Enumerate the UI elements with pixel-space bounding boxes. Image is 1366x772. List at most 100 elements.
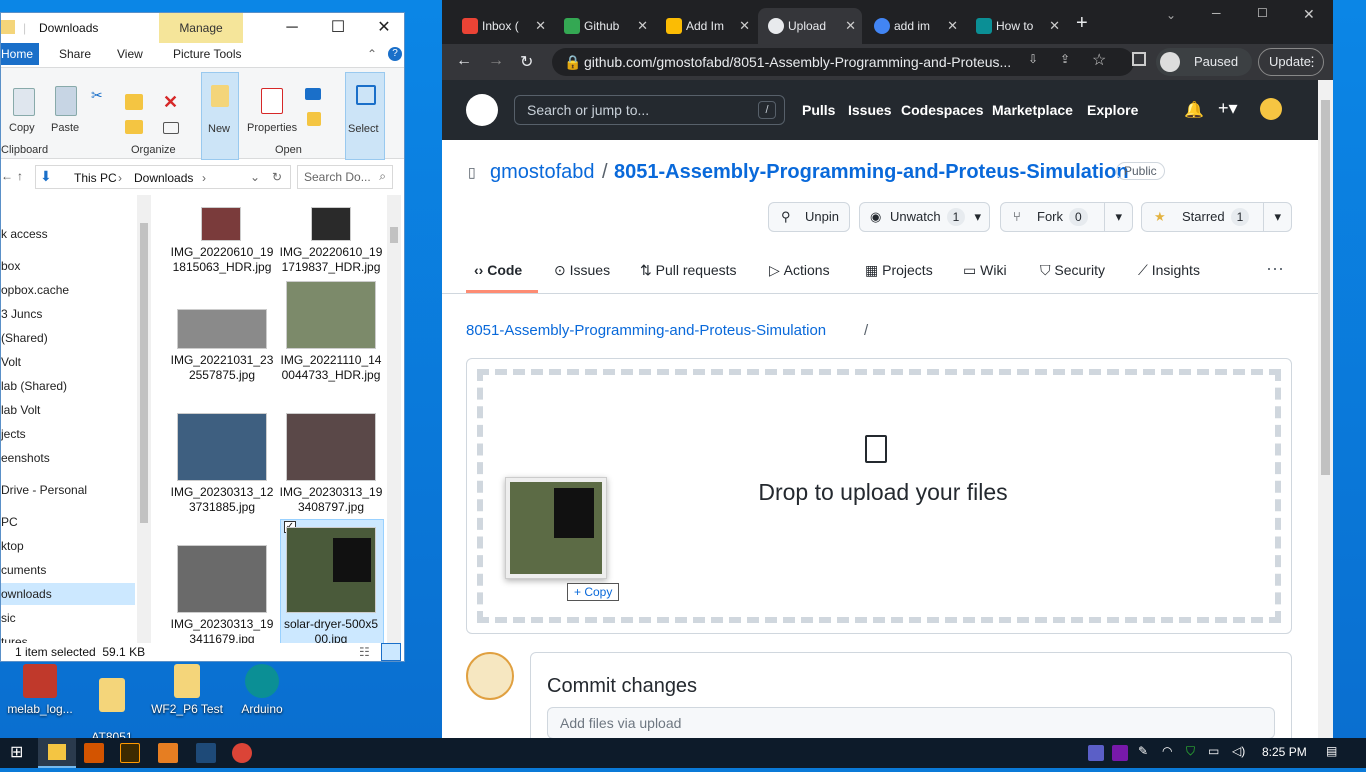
notifications-icon[interactable]: ▤ (1326, 744, 1337, 758)
file-thumbnail[interactable] (201, 207, 241, 241)
nav-item-music[interactable]: sic (1, 611, 16, 625)
cut-icon[interactable]: ✂ (91, 88, 105, 102)
file-name[interactable]: IMG_20230313_19 3411679.jpg (167, 617, 277, 643)
nav-item-quick-access[interactable]: k access (1, 227, 48, 241)
tab-security[interactable]: ⛉ Security (1040, 262, 1105, 279)
taskbar-app-icon[interactable] (84, 743, 104, 763)
nav-item[interactable]: eenshots (1, 451, 50, 465)
file-name[interactable]: IMG_20220610_19 1815063_HDR.jpg (167, 245, 277, 275)
nav-item[interactable]: lab Volt (1, 403, 40, 417)
nav-item[interactable]: lab (Shared) (1, 379, 67, 393)
nav-scrollbar[interactable] (137, 195, 151, 643)
collapse-ribbon-icon[interactable]: ⌃ (367, 47, 377, 61)
commit-message-input[interactable]: Add files via upload (547, 707, 1275, 738)
more-tabs-icon[interactable]: ··· (1266, 258, 1284, 279)
nav-pulls[interactable]: Pulls (802, 102, 835, 118)
tab-view[interactable]: View (117, 47, 143, 61)
paste-button[interactable]: Paste (51, 122, 79, 134)
create-new-icon[interactable]: +▾ (1218, 98, 1238, 119)
file-thumbnail[interactable] (177, 309, 267, 349)
pen-icon[interactable]: ✎ (1138, 744, 1148, 758)
chevron-down-icon[interactable]: ▾ (1104, 203, 1122, 231)
tab-code[interactable]: ‹› Code (474, 262, 522, 278)
file-thumbnail[interactable] (286, 527, 376, 613)
path-breadcrumb-link[interactable]: 8051-Assembly-Programming-and-Proteus-Si… (466, 322, 826, 339)
tab-picture-tools[interactable]: Picture Tools (173, 47, 241, 61)
title-bar[interactable]: | Downloads Manage ─ ☐ ✕ (1, 13, 404, 43)
browser-tab[interactable]: Inbox (✕ (452, 8, 552, 44)
file-name[interactable]: IMG_20230313_19 3408797.jpg (276, 485, 386, 515)
browser-tab[interactable]: How to ✕ (966, 8, 1066, 44)
file-name[interactable]: IMG_20220610_19 1719837_HDR.jpg (276, 245, 386, 275)
menu-dots-icon[interactable]: ⋮ (1306, 49, 1319, 75)
scrollbar-thumb[interactable] (140, 223, 148, 523)
illustrator-icon[interactable] (120, 743, 140, 763)
breadcrumb-downloads[interactable]: Downloads (134, 171, 193, 185)
delete-icon[interactable]: ✕ (163, 92, 178, 113)
chrome-icon[interactable] (232, 743, 252, 763)
github-logo-icon[interactable] (466, 94, 498, 126)
nav-marketplace[interactable]: Marketplace (992, 102, 1073, 118)
tab-issues[interactable]: ⊙ Issues (554, 262, 610, 279)
copy-to-icon[interactable] (125, 120, 143, 134)
share-icon[interactable]: ⇪ (1060, 52, 1070, 66)
nav-item-desktop[interactable]: ktop (1, 539, 24, 553)
forward-icon[interactable]: → (488, 52, 504, 70)
close-tab-icon[interactable]: ✕ (1049, 8, 1060, 44)
starred-button[interactable]: ★ Starred 1 ▾ (1141, 202, 1292, 232)
nav-item[interactable]: (Shared) (1, 331, 48, 345)
file-thumbnail[interactable] (286, 413, 376, 481)
user-avatar[interactable] (1260, 98, 1282, 120)
wifi-icon[interactable]: ◠ (1162, 744, 1172, 758)
tab-insights[interactable]: ⟋ Insights (1138, 262, 1200, 279)
unpin-button[interactable]: ⚲ Unpin (768, 202, 850, 232)
close-tab-icon[interactable]: ✕ (947, 8, 958, 44)
new-button[interactable]: New (201, 72, 239, 160)
repo-owner-link[interactable]: gmostofabd (490, 161, 595, 184)
update-button[interactable]: Update ⋮ (1258, 48, 1324, 76)
reload-icon[interactable]: ↻ (520, 52, 533, 72)
battery-icon[interactable]: ▭ (1208, 744, 1219, 758)
copy-button[interactable]: Copy (9, 122, 35, 134)
nav-codespaces[interactable]: Codespaces (901, 102, 983, 118)
details-view-icon[interactable]: ☷ (359, 645, 370, 659)
tab-wiki[interactable]: ▭ Wiki (963, 262, 1007, 279)
nav-item-downloads[interactable]: ownloads (1, 583, 135, 605)
nav-item-pictures[interactable]: tures (1, 635, 28, 643)
search-input[interactable]: Search Do... ⌕ (297, 165, 393, 189)
new-tab-icon[interactable]: + (1076, 12, 1088, 35)
refresh-icon[interactable]: ↻ (272, 170, 282, 184)
file-name[interactable]: solar-dryer-500x5 00.jpg (276, 617, 386, 643)
close-button[interactable]: ✕ (361, 13, 404, 43)
install-icon[interactable]: ⇩ (1028, 52, 1038, 66)
repo-name-link[interactable]: 8051-Assembly-Programming-and-Proteus-Si… (614, 161, 1129, 184)
paint-icon[interactable] (196, 743, 216, 763)
help-icon[interactable]: ? (388, 47, 402, 61)
file-list-scrollbar[interactable] (387, 195, 401, 643)
file-thumbnail[interactable] (286, 281, 376, 349)
file-thumbnail[interactable] (177, 545, 267, 613)
maximize-button[interactable]: ☐ (1257, 6, 1268, 20)
windows-start-icon[interactable]: ⊞ (10, 743, 30, 763)
desktop-icon-arduino[interactable]: Arduino (222, 664, 302, 716)
pdf-icon[interactable] (158, 743, 178, 763)
manage-tab[interactable]: Manage (159, 13, 243, 43)
profile-button[interactable]: Paused (1156, 48, 1252, 76)
edit-icon[interactable] (307, 112, 321, 126)
desktop-icon-melab[interactable]: melab_log... (0, 664, 80, 716)
minimize-button[interactable]: ─ (1212, 6, 1221, 20)
open-icon[interactable] (305, 88, 321, 100)
chevron-down-icon[interactable]: ▾ (974, 203, 981, 231)
select-button[interactable]: Select (345, 72, 385, 160)
nav-explore[interactable]: Explore (1087, 102, 1138, 118)
tab-share[interactable]: Share (59, 47, 91, 61)
maximize-button[interactable]: ☐ (315, 13, 361, 43)
move-to-icon[interactable] (125, 94, 143, 110)
tab-search-icon[interactable]: ⌄ (1166, 8, 1176, 22)
browser-tab[interactable]: add im ✕ (864, 8, 964, 44)
desktop-icon-wf2[interactable]: WF2_P6 Test (147, 664, 227, 716)
volume-icon[interactable]: ◁) (1232, 744, 1245, 758)
close-tab-icon[interactable]: ✕ (739, 8, 750, 44)
nav-item[interactable]: Volt (1, 355, 21, 369)
nav-item-documents[interactable]: cuments (1, 563, 46, 577)
